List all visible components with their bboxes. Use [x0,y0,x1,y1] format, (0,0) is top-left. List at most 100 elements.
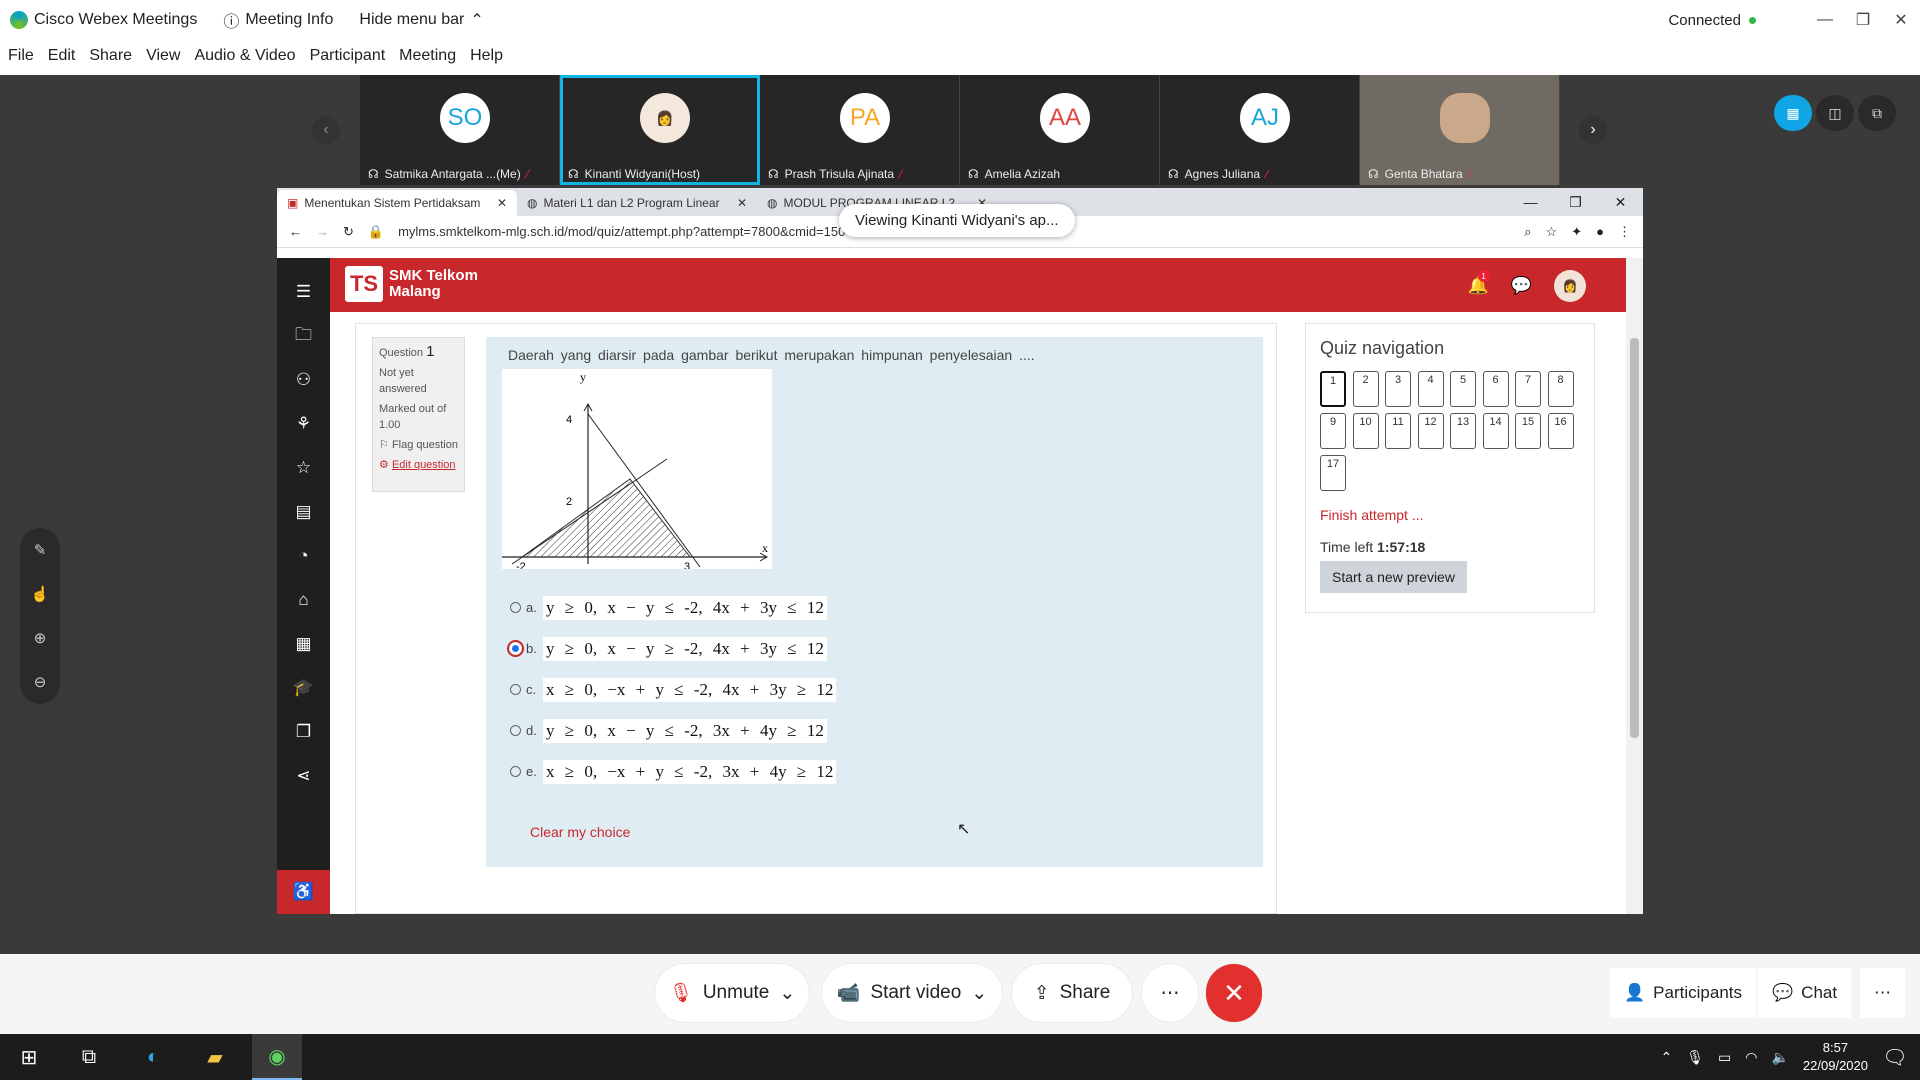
windows-start-icon[interactable]: ⊞ [4,1034,54,1080]
task-view-icon[interactable]: ⧉ [64,1034,114,1080]
browser-close-button[interactable]: ✕ [1598,188,1643,216]
participants-button[interactable]: 👤 Participants [1610,968,1756,1018]
radio-button[interactable] [510,602,521,613]
home-icon[interactable]: ⌂ [298,578,308,622]
quiz-nav-button[interactable]: 7 [1515,371,1541,407]
zoom-in-icon[interactable]: ⊕ [34,629,47,647]
more-options-button[interactable]: ⋯ [1142,964,1198,1022]
share-button[interactable]: ⇪ Share [1012,964,1132,1022]
webex-taskbar-icon[interactable]: ◉ [252,1034,302,1080]
meeting-info-button[interactable]: ⓘ Meeting Info [223,8,333,32]
calendar-icon[interactable]: ▦ [295,622,311,666]
folder-icon[interactable]: 🗀 [295,314,312,358]
participant-tile[interactable]: AA ☊ Amelia Azizah [960,75,1160,185]
participant-tile-host[interactable]: 👩 ☊ Kinanti Widyani(Host) [560,75,760,185]
share-icon[interactable]: ⋖ [296,754,310,798]
quiz-nav-button[interactable]: 10 [1352,413,1379,449]
quiz-nav-button[interactable]: 2 [1352,371,1379,407]
microphone-icon[interactable]: 🎙 [1686,1049,1704,1066]
battery-icon[interactable]: ▭ [1718,1049,1731,1066]
badge-icon[interactable]: ⚘ [296,402,311,446]
participant-tile[interactable]: AJ ☊ Agnes Juliana ⁄ [1160,75,1360,185]
dashboard-icon[interactable]: ◔ [298,534,308,578]
quiz-nav-button[interactable]: 12 [1417,413,1444,449]
popout-icon[interactable]: ⧉ [1858,95,1896,131]
radio-button[interactable] [510,725,521,736]
choice-a[interactable]: a. y ≥ 0, x − y ≤ -2, 4x + 3y ≤ 12 [510,587,836,628]
close-button[interactable]: ✕ [1882,0,1920,40]
wifi-icon[interactable]: ◠ [1745,1049,1757,1066]
graduation-cap-icon[interactable]: 🎓 [293,666,314,710]
notification-bell-icon[interactable]: 🔔 1 [1468,270,1490,296]
radio-button[interactable] [510,766,521,777]
prev-participants-button[interactable]: ‹ [312,116,340,144]
quiz-nav-button[interactable]: 4 [1417,371,1444,407]
more-panels-button[interactable]: ⋯ [1860,968,1905,1018]
quiz-nav-button[interactable]: 9 [1320,413,1346,449]
zoom-out-icon[interactable]: ⊖ [34,673,47,691]
clear-choice-link[interactable]: Clear my choice [530,824,630,840]
users-icon[interactable]: ⚇ [296,358,311,402]
browser-minimize-button[interactable]: — [1508,188,1553,216]
chevron-up-icon[interactable]: ⌃ [1661,1049,1673,1066]
menu-edit[interactable]: Edit [48,47,76,65]
choice-b[interactable]: b. y ≥ 0, x − y ≥ -2, 4x + 3y ≤ 12 [507,628,836,669]
forward-icon[interactable]: → [316,224,329,239]
browser-restore-button[interactable]: ❐ [1553,188,1598,216]
kebab-menu-icon[interactable]: ⋮ [1618,224,1631,240]
menu-audio-video[interactable]: Audio & Video [194,47,295,65]
profile-icon[interactable]: ● [1596,224,1604,239]
files-icon[interactable]: ❐ [296,710,311,754]
hide-menu-bar-button[interactable]: Hide menu bar ⌃ [359,10,483,30]
book-icon[interactable]: ▤ [295,490,311,534]
hamburger-icon[interactable]: ☰ [296,270,311,314]
quiz-nav-button[interactable]: 6 [1482,371,1509,407]
menu-participant[interactable]: Participant [310,47,386,65]
page-scrollbar[interactable] [1626,258,1643,914]
school-logo[interactable]: TS SMK Telkom Malang [345,266,478,302]
next-participants-button[interactable]: › [1579,116,1607,144]
zoom-icon[interactable]: ⌕ [1524,224,1531,240]
flag-question-button[interactable]: ⚐ Flag question [379,437,458,453]
participant-tile-video[interactable]: ☊ Genta Bhatara ⁄ [1360,75,1560,185]
back-icon[interactable]: ← [289,224,302,239]
start-new-preview-button[interactable]: Start a new preview [1320,561,1467,593]
menu-file[interactable]: File [8,47,34,65]
quiz-nav-button[interactable]: 5 [1450,371,1476,407]
quiz-nav-button[interactable]: 11 [1385,413,1411,449]
radio-button-selected[interactable] [507,640,524,657]
extensions-icon[interactable]: ✦ [1571,224,1582,240]
edge-icon[interactable]: ◐ [128,1034,178,1080]
radio-button[interactable] [510,684,521,695]
grid-view-icon[interactable]: ▦ [1774,95,1812,131]
menu-help[interactable]: Help [470,47,503,65]
reload-icon[interactable]: ↻ [343,224,354,240]
finish-attempt-link[interactable]: Finish attempt ... [1320,507,1580,523]
minimize-button[interactable]: — [1806,0,1844,40]
notification-center-icon[interactable]: 🗨 [1870,1034,1920,1080]
leave-meeting-button[interactable]: ✕ [1206,964,1262,1022]
browser-tab[interactable]: ▣ Menentukan Sistem Pertidaksam ✕ [277,190,517,216]
browser-tab[interactable]: ◍ Materi L1 dan L2 Program Linear ✕ [517,190,757,216]
participant-tile[interactable]: SO ☊ Satmika Antargata ...(Me) ⁄ [360,75,560,185]
choice-e[interactable]: e. x ≥ 0, −x + y ≤ -2, 3x + 4y ≥ 12 [510,751,837,792]
menu-share[interactable]: Share [89,47,132,65]
accessibility-icon[interactable]: ♿ [277,870,330,914]
quiz-nav-button[interactable]: 3 [1385,371,1411,407]
close-tab-icon[interactable]: ✕ [497,196,507,210]
menu-meeting[interactable]: Meeting [399,47,456,65]
user-avatar[interactable]: 👩 [1554,270,1586,302]
start-video-button[interactable]: 📹 Start video ⌄ [822,964,1002,1022]
edit-question-link[interactable]: ⚙ Edit question [379,457,458,473]
choice-c[interactable]: c. x ≥ 0, −x + y ≤ -2, 4x + 3y ≥ 12 [510,669,837,710]
chat-bubble-icon[interactable]: 💬 [1511,276,1532,296]
choice-d[interactable]: d. y ≥ 0, x − y ≤ -2, 3x + 4y ≥ 12 [510,710,836,751]
scrollbar-thumb[interactable] [1630,338,1639,738]
quiz-nav-button[interactable]: 1 [1320,371,1346,407]
chat-button[interactable]: 💬 Chat [1758,968,1852,1018]
menu-view[interactable]: View [146,47,180,65]
side-by-side-icon[interactable]: ◫ [1816,95,1854,131]
quiz-nav-button[interactable]: 16 [1547,413,1574,449]
quiz-nav-button[interactable]: 17 [1320,455,1346,491]
file-explorer-icon[interactable]: ▰ [190,1034,240,1080]
